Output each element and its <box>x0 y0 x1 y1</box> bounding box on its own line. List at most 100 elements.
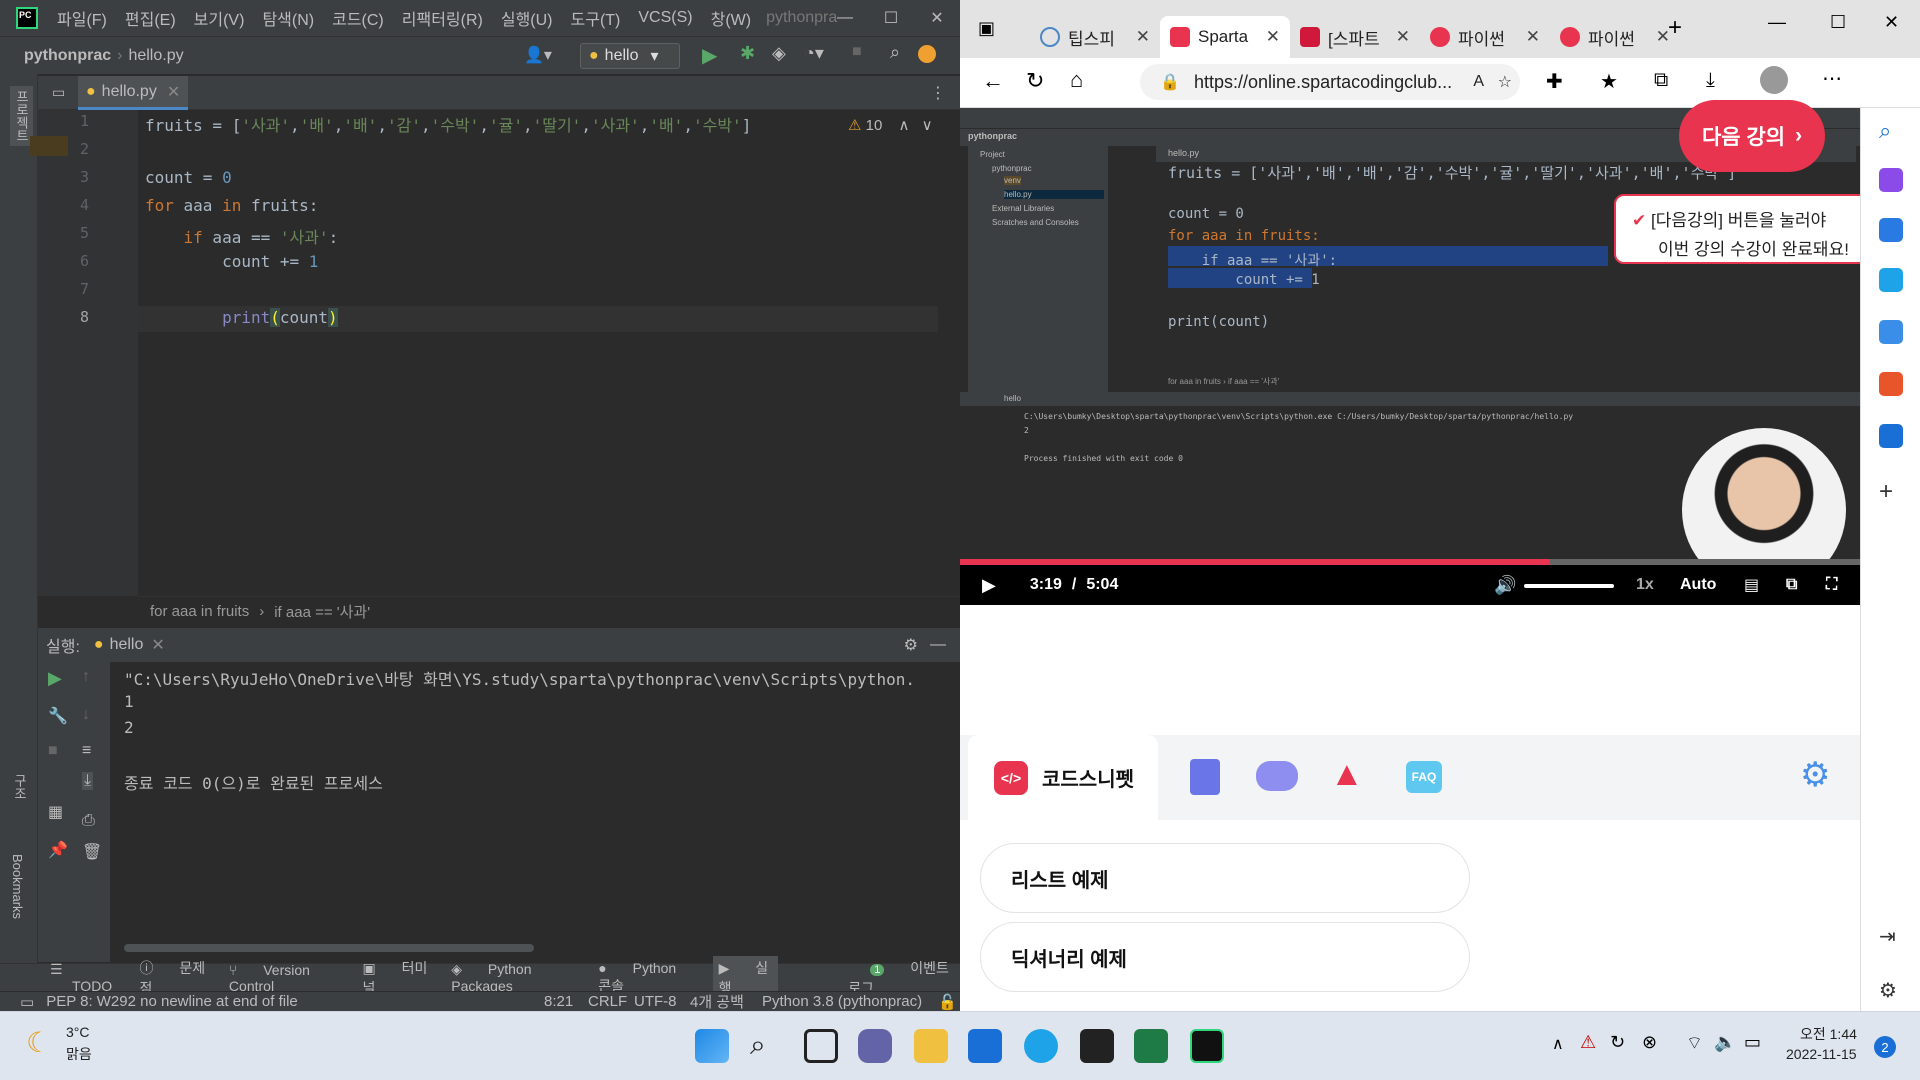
breadcrumb-project[interactable]: pythonprac <box>24 47 111 65</box>
rerun-icon[interactable]: ▶ <box>48 668 62 689</box>
profile-icon[interactable]: ◔▾ <box>804 43 824 64</box>
run-config-select[interactable]: ● hello ▾ <box>580 43 680 69</box>
moon-icon[interactable]: ☾ <box>26 1026 51 1059</box>
caret-position[interactable]: 8:21 <box>544 993 573 1010</box>
close-circle-icon[interactable]: ⊗ <box>1642 1032 1657 1053</box>
browser-tab-active[interactable]: Sparta ✕ <box>1160 16 1290 58</box>
more-icon[interactable]: ⋮ <box>930 83 946 103</box>
bookmarks-tool-button[interactable]: Bookmarks <box>10 854 25 919</box>
print-icon[interactable]: ⎙ <box>82 812 95 830</box>
status-icon[interactable]: ▭ <box>20 993 34 1011</box>
menu-window[interactable]: 창(W) <box>702 6 760 30</box>
favorite-add-icon[interactable]: ☆ <box>1498 72 1512 92</box>
menu-code[interactable]: 코드(C) <box>323 6 393 30</box>
read-aloud-icon[interactable]: A <box>1473 73 1484 91</box>
run-icon[interactable]: ▶ <box>702 43 717 68</box>
vcs-tool[interactable]: ⑂ Version Control <box>229 962 341 994</box>
notes-icon[interactable] <box>1190 759 1220 795</box>
add-icon[interactable]: + <box>1879 478 1903 505</box>
clock-date[interactable]: 2022-11-15 <box>1786 1046 1857 1062</box>
browser-tab[interactable]: 팁스피 ✕ <box>1030 16 1160 58</box>
breadcrumb-file[interactable]: hello.py <box>128 47 183 65</box>
sync-icon[interactable]: ↻ <box>1610 1032 1625 1053</box>
teams-icon[interactable] <box>858 1029 892 1063</box>
search-icon[interactable]: ⌕ <box>1879 118 1903 143</box>
speed-button[interactable]: 1x <box>1636 576 1654 594</box>
minimize-icon[interactable]: — <box>1768 12 1786 33</box>
update-icon[interactable] <box>918 45 936 63</box>
weather-desc[interactable]: 맑음 <box>66 1044 92 1064</box>
menu-tools[interactable]: 도구(T) <box>562 6 630 30</box>
run-tab-hello[interactable]: hello <box>110 636 144 654</box>
warning-icon[interactable]: ▲ <box>1330 755 1364 794</box>
mail-icon[interactable] <box>968 1029 1002 1063</box>
back-icon[interactable]: ← <box>982 68 1004 94</box>
gear-icon[interactable]: ⚙ <box>904 635 918 655</box>
volume-icon[interactable]: 🔈 <box>1714 1032 1736 1053</box>
faq-icon[interactable]: FAQ <box>1406 761 1442 793</box>
new-tab-icon[interactable]: + <box>1668 14 1682 42</box>
pin-icon[interactable]: 📌 <box>48 840 68 860</box>
layout-icon[interactable]: ▦ <box>48 802 63 822</box>
wrap-icon[interactable]: ≡ <box>82 742 91 760</box>
structure-tool-button[interactable]: 구조 <box>10 774 29 800</box>
todo-tool[interactable]: ☰ TODO <box>50 961 118 994</box>
settings-icon[interactable]: ⚙ <box>1879 978 1903 1002</box>
close-icon[interactable]: ✕ <box>914 0 960 36</box>
up-icon[interactable]: ↑ <box>82 668 90 686</box>
stop-icon[interactable]: ■ <box>852 43 862 61</box>
encoding[interactable]: UTF-8 <box>634 993 677 1010</box>
debug-icon[interactable]: ✱ <box>740 43 755 64</box>
clock-time[interactable]: 오전 1:44 <box>1800 1024 1857 1044</box>
chat-icon[interactable] <box>1256 761 1298 791</box>
url-input[interactable]: 🔒 https://online.spartacodingclub... A ☆ <box>1140 64 1520 100</box>
file-explorer-icon[interactable] <box>914 1029 948 1063</box>
next-lecture-button[interactable]: 다음 강의 › <box>1679 100 1825 172</box>
browser-tab[interactable]: 파이썬 ✕ <box>1550 16 1680 58</box>
quality-button[interactable]: Auto <box>1680 576 1716 594</box>
shopping-icon[interactable] <box>1879 218 1903 242</box>
close-icon[interactable]: ✕ <box>151 635 164 655</box>
warnings-indicator[interactable]: ⚠ 10 ∧ ∨ <box>848 116 933 134</box>
notification-badge[interactable]: 2 <box>1874 1036 1896 1058</box>
search-icon[interactable]: ⌕ <box>890 42 900 63</box>
horizontal-scrollbar[interactable] <box>124 944 534 952</box>
pycharm-icon[interactable] <box>1190 1029 1224 1063</box>
favorites-icon[interactable]: ★ <box>1600 69 1618 94</box>
maximize-icon[interactable]: ☐ <box>868 0 914 36</box>
edge-icon[interactable] <box>1024 1029 1058 1063</box>
games-icon[interactable] <box>1879 320 1903 344</box>
close-icon[interactable]: ✕ <box>1884 12 1899 33</box>
pip-icon[interactable]: ⧉ <box>1786 576 1797 594</box>
play-icon[interactable]: ▶ <box>982 575 996 596</box>
subtitles-icon[interactable]: ▤ <box>1744 575 1759 595</box>
battery-icon[interactable]: ▭ <box>1744 1032 1761 1053</box>
menu-refactor[interactable]: 리팩터링(R) <box>393 6 492 30</box>
maximize-icon[interactable]: ☐ <box>1830 12 1846 33</box>
browser-tab[interactable]: [스파트 ✕ <box>1290 16 1420 58</box>
crumb-for[interactable]: for aaa in fruits <box>150 603 249 620</box>
lecture-video[interactable]: pythonprac Project pythonprac venv hello… <box>960 108 1860 605</box>
wifi-icon[interactable]: ⌔ <box>1686 1032 1703 1055</box>
indent[interactable]: 4개 공백 <box>690 991 744 1012</box>
minimize-icon[interactable]: — <box>822 0 868 36</box>
interpreter[interactable]: Python 3.8 (pythonprac) <box>762 993 922 1010</box>
excel-icon[interactable] <box>1134 1029 1168 1063</box>
hide-sidebar-icon[interactable]: ⇥ <box>1879 924 1903 948</box>
menu-edit[interactable]: 편집(E) <box>116 6 185 30</box>
weather-temp[interactable]: 3°C <box>66 1024 90 1040</box>
browser-tab[interactable]: 파이썬 ✕ <box>1420 16 1550 58</box>
down-icon[interactable]: ↓ <box>82 706 90 724</box>
tab-hello-py[interactable]: ● hello.py ✕ <box>78 76 188 110</box>
volume-slider[interactable] <box>1524 584 1614 588</box>
volume-icon[interactable]: 🔊 <box>1494 575 1516 596</box>
lock-icon[interactable]: 🔓 <box>938 993 957 1011</box>
task-view-icon[interactable] <box>804 1029 838 1063</box>
gear-icon[interactable]: ⚙ <box>1800 755 1830 795</box>
fullscreen-icon[interactable]: ⛶ <box>1826 576 1837 594</box>
stop-icon[interactable]: ■ <box>48 742 58 760</box>
extensions-icon[interactable]: ✚ <box>1546 69 1563 94</box>
editor-lines[interactable]: 1 2 3 4 5 6 7 8 fruits = ['사과','배','배','… <box>0 110 960 596</box>
home-icon[interactable]: ⌂ <box>1070 67 1083 93</box>
tools-icon[interactable] <box>1879 268 1903 292</box>
